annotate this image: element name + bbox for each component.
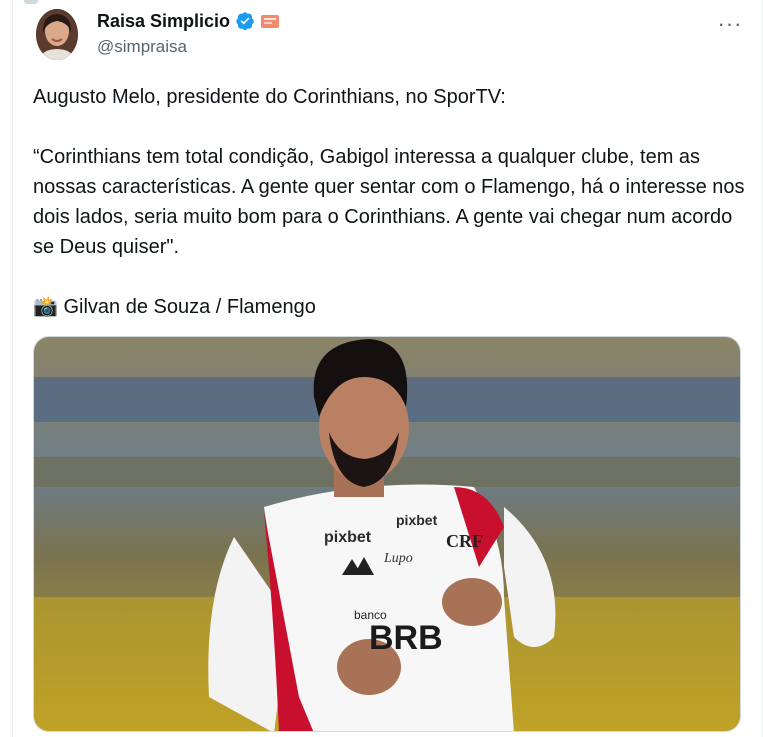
crest-text: CRF	[446, 531, 483, 551]
photo-credit: 📸 Gilvan de Souza / Flamengo	[33, 296, 316, 318]
more-icon: ···	[717, 11, 743, 36]
brand-text: Lupo	[383, 551, 413, 566]
tweet-photo[interactable]: pixbet pixbet Lupo CRF banco BRB	[33, 336, 741, 732]
avatar[interactable]	[36, 9, 78, 60]
flag-emoji-icon	[260, 11, 280, 31]
tweet-text: Augusto Melo, presidente do Corinthians,…	[33, 82, 748, 322]
tweet-line-1: Augusto Melo, presidente do Corinthians,…	[33, 86, 506, 108]
tweet-quote: “Corinthians tem total condição, Gabigol…	[33, 146, 751, 258]
bank-big-text: BRB	[369, 619, 443, 657]
more-options-button[interactable]: ···	[716, 12, 744, 36]
thread-connector	[24, 0, 38, 4]
verified-badge-icon	[235, 11, 255, 31]
sponsor-text-1: pixbet	[324, 529, 372, 546]
sponsor-text-2: pixbet	[396, 512, 438, 528]
user-handle[interactable]: @simpraisa	[97, 37, 187, 57]
display-name[interactable]: Raisa Simplicio	[97, 10, 230, 32]
